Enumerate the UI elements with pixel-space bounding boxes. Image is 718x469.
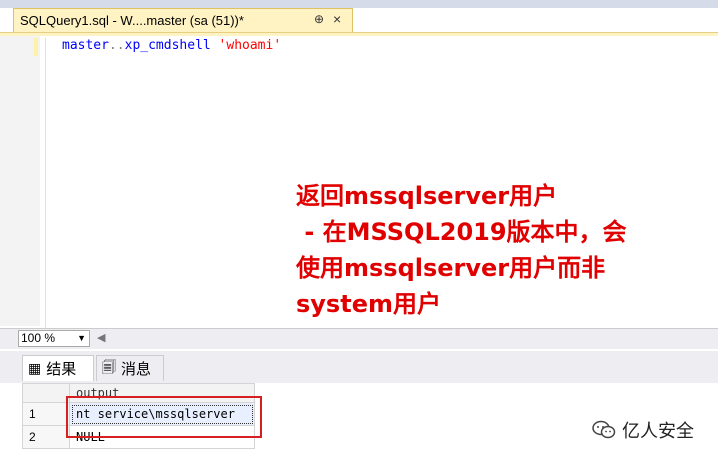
results-tab-bar: ▦ 结果 🗐 消息 xyxy=(0,351,718,383)
tab-results-label: 结果 xyxy=(46,361,77,378)
grid-icon: ▦ xyxy=(28,360,42,376)
row-number[interactable]: 1 xyxy=(22,402,70,426)
tab-messages-label: 消息 xyxy=(121,361,152,378)
code-sep: .. xyxy=(108,38,125,53)
messages-icon: 🗐 xyxy=(102,358,116,375)
row-number[interactable]: 2 xyxy=(22,425,70,449)
watermark: 亿人安全 xyxy=(592,417,694,443)
code-db: master xyxy=(62,38,109,53)
zoom-select[interactable]: 100 % ▼ xyxy=(18,330,90,347)
highlight-box xyxy=(66,396,262,438)
zoom-bar: 100 % ▼ ◀ xyxy=(0,328,718,349)
query-tab[interactable]: SQLQuery1.sql - W....master (sa (51))* ⊕… xyxy=(13,8,353,32)
window-top-strip xyxy=(0,0,718,8)
annotation-line-1: 返回mssqlserver用户 xyxy=(296,182,558,210)
grid-corner[interactable] xyxy=(22,383,70,403)
query-tab-title: SQLQuery1.sql - W....master (sa (51))* xyxy=(20,13,244,28)
annotation-text: 返回mssqlserver用户 - 在MSSQL2019版本中，会 使用mssq… xyxy=(296,178,706,322)
code-arg: 'whoami' xyxy=(218,38,282,53)
tab-results[interactable]: ▦ 结果 xyxy=(22,355,94,381)
outline-line xyxy=(45,38,46,328)
annotation-line-2: - 在MSSQL2019版本中，会 xyxy=(296,218,627,246)
pin-icon[interactable]: ⊕ xyxy=(314,12,324,26)
chevron-down-icon: ▼ xyxy=(77,333,86,343)
annotation-line-4: system用户 xyxy=(296,290,441,318)
tab-messages[interactable]: 🗐 消息 xyxy=(96,355,164,381)
scroll-left-icon[interactable]: ◀ xyxy=(97,331,105,344)
wechat-icon xyxy=(592,420,616,439)
close-icon[interactable]: × xyxy=(333,11,341,27)
watermark-text: 亿人安全 xyxy=(622,421,694,442)
editor-gutter xyxy=(0,36,40,326)
annotation-line-3: 使用mssqlserver用户而非 xyxy=(296,254,606,282)
code-proc: xp_cmdshell xyxy=(124,38,211,53)
change-marker xyxy=(34,38,38,56)
code-line-1[interactable]: master..xp_cmdshell 'whoami' xyxy=(62,38,281,53)
zoom-value: 100 % xyxy=(21,331,56,345)
